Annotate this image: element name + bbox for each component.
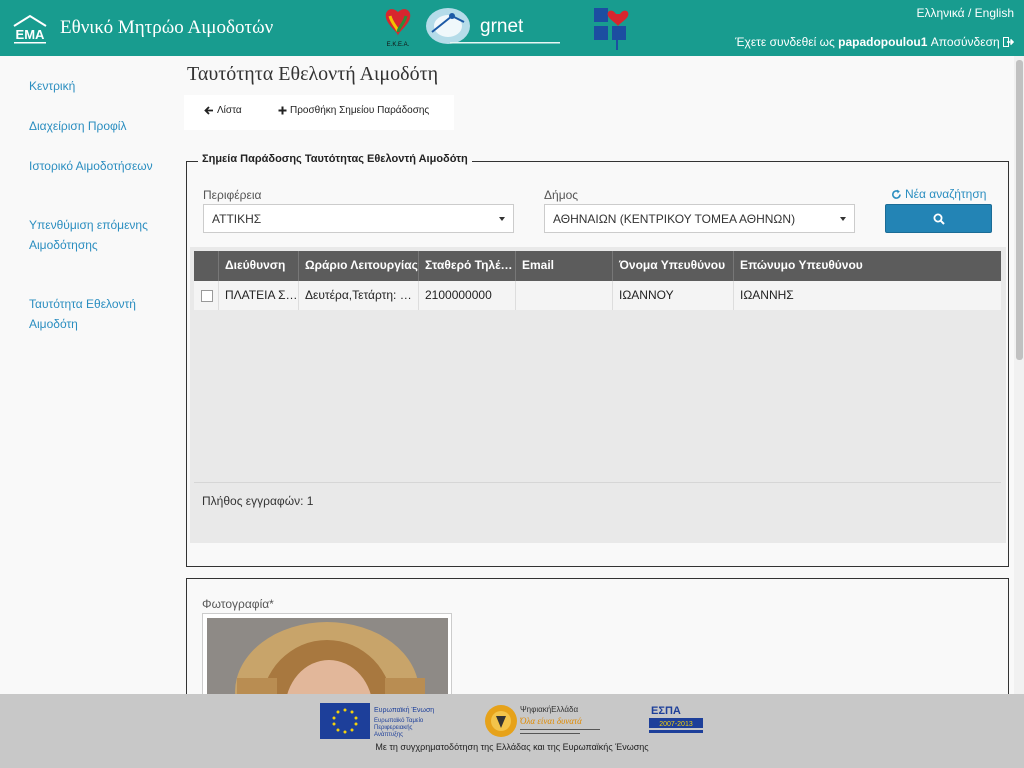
grnet-logo: grnet <box>426 8 560 44</box>
grid-header-last-name[interactable]: Επώνυμο Υπευθύνου <box>734 251 1001 281</box>
cell-phone: 2100000000 <box>419 281 516 310</box>
svg-text:2007-2013: 2007-2013 <box>659 721 693 728</box>
ema-logo[interactable]: ΕΜΑ <box>12 14 48 46</box>
page-title: Ταυτότητα Εθελοντή Αιμοδότη <box>187 63 439 85</box>
row-select-cell <box>194 281 219 310</box>
profile-photo[interactable] <box>207 618 448 704</box>
sidebar: Κεντρική Διαχείριση Προφίλ Ιστορικό Αιμο… <box>0 56 170 696</box>
sidebar-item-profile[interactable]: Διαχείριση Προφίλ <box>29 117 159 137</box>
logout-icon <box>1003 37 1015 47</box>
footer: Ευρωπαϊκή Ένωση Ευρωπαϊκό Ταμείο Περιφερ… <box>0 694 1024 768</box>
user-status: Έχετε συνδεθεί ως papadopoulou1 Αποσύνδε… <box>735 35 1015 49</box>
lang-greek-link[interactable]: Ελληνικά <box>916 6 964 20</box>
portrait-image <box>207 618 448 704</box>
svg-text:Περιφερειακής: Περιφερειακής <box>374 724 413 731</box>
sidebar-item-home[interactable]: Κεντρική <box>29 77 159 97</box>
toolbar: Λίστα Προσθήκη Σημείου Παράδοσης <box>184 95 454 130</box>
page-scrollbar[interactable] <box>1014 56 1024 694</box>
grid-header-hours[interactable]: Ωράριο Λειτουργίας <box>299 251 419 281</box>
cell-email <box>516 281 613 310</box>
municipality-select[interactable]: ΑΘΗΝΑΙΩΝ (ΚΕΝΤΡΙΚΟΥ ΤΟΜΕΑ ΑΘΗΝΩΝ) <box>544 204 855 233</box>
top-header: ΕΜΑ Εθνικό Μητρώο Αιμοδοτών Ε.Κ.Ε.Α. grn… <box>0 0 1024 56</box>
svg-text:ΨηφιακήΕλλάδα: ΨηφιακήΕλλάδα <box>520 705 578 714</box>
digital-greece-logo: ΨηφιακήΕλλάδα Όλα είναι δυνατά <box>485 705 600 737</box>
cell-first-name: ΙΩΑΝΝΟΥ <box>613 281 734 310</box>
svg-text:Ευρωπαϊκό Ταμείο: Ευρωπαϊκό Ταμείο <box>374 717 424 724</box>
grid-footer-divider <box>194 482 1001 483</box>
list-button[interactable]: Λίστα <box>204 105 242 116</box>
refresh-icon <box>892 189 901 199</box>
svg-text:Ε.Κ.Ε.Α.: Ε.Κ.Ε.Α. <box>387 42 410 48</box>
eu-erdf-logo: Ευρωπαϊκή Ένωση Ευρωπαϊκό Ταμείο Περιφερ… <box>320 703 434 739</box>
sidebar-item-donation-history[interactable]: Ιστορικό Αιμοδοτήσεων <box>29 157 159 177</box>
photo-frame <box>202 613 452 704</box>
grid-header-first-name[interactable]: Όνομα Υπευθύνου <box>613 251 734 281</box>
grid-header-address[interactable]: Διεύθυνση <box>219 251 299 281</box>
lang-english-link[interactable]: English <box>975 6 1014 20</box>
add-delivery-point-button[interactable]: Προσθήκη Σημείου Παράδοσης <box>278 105 429 116</box>
sidebar-item-donor-id[interactable]: Ταυτότητα Εθελοντή Αιμοδότη <box>29 295 159 334</box>
svg-text:Ανάπτυξης: Ανάπτυξης <box>374 731 403 738</box>
partner-logos: Ε.Κ.Ε.Α. grnet <box>385 8 629 50</box>
funding-statement: Με τη συγχρηματοδότηση της Ελλάδας και τ… <box>375 742 649 752</box>
language-switcher: Ελληνικά / English <box>916 6 1014 20</box>
region-select[interactable]: ΑΤΤΙΚΗΣ <box>203 204 514 233</box>
svg-text:Ευρωπαϊκή Ένωση: Ευρωπαϊκή Ένωση <box>374 707 434 714</box>
municipality-label: Δήμος <box>544 188 579 202</box>
svg-text:ΕΜΑ: ΕΜΑ <box>16 27 46 42</box>
cell-address: ΠΛΑΤΕΙΑ Σ… <box>219 281 299 310</box>
svg-text:ΕΣΠΑ: ΕΣΠΑ <box>651 705 681 717</box>
new-search-link[interactable]: Νέα αναζήτηση <box>891 187 986 201</box>
caret-down-icon <box>840 217 846 221</box>
table-row[interactable]: ΠΛΑΤΕΙΑ Σ… Δευτέρα,Τετάρτη: … 2100000000… <box>194 281 1001 310</box>
grid-header-phone[interactable]: Σταθερό Τηλέ… <box>419 251 516 281</box>
svg-text:Όλα είναι δυνατά: Όλα είναι δυνατά <box>520 716 582 726</box>
plus-icon <box>278 106 287 115</box>
arrow-left-icon <box>204 106 213 115</box>
caret-down-icon <box>499 217 505 221</box>
photo-label: Φωτογραφία* <box>202 597 274 611</box>
app-title: Εθνικό Μητρώο Αιμοδοτών <box>60 17 274 38</box>
health-logo <box>594 8 629 50</box>
sidebar-item-next-donation-reminder[interactable]: Υπενθύμιση επόμενης Αιμοδότησης <box>29 216 159 255</box>
row-checkbox[interactable] <box>201 290 213 302</box>
cell-hours: Δευτέρα,Τετάρτη: … <box>299 281 419 310</box>
grid-header: Διεύθυνση Ωράριο Λειτουργίας Σταθερό Τηλ… <box>194 251 1001 281</box>
record-count: Πλήθος εγγραφών: 1 <box>202 494 314 508</box>
search-icon <box>933 213 945 225</box>
scrollbar-thumb[interactable] <box>1016 60 1023 360</box>
cell-last-name: ΙΩΑΝΝΗΣ <box>740 288 794 302</box>
delivery-points-legend: Σημεία Παράδοσης Ταυτότητας Εθελοντή Αιμ… <box>198 153 472 165</box>
search-button[interactable] <box>885 204 992 233</box>
svg-text:grnet: grnet <box>480 16 524 37</box>
username: papadopoulou1 <box>838 35 928 49</box>
logout-link[interactable]: Αποσύνδεση <box>931 35 1015 49</box>
ekea-logo: Ε.Κ.Ε.Α. <box>385 9 411 48</box>
grid-header-select <box>194 251 219 281</box>
region-label: Περιφέρεια <box>203 188 262 202</box>
grid-header-email[interactable]: Email <box>516 251 613 281</box>
espa-logo: ΕΣΠΑ 2007-2013 <box>649 705 703 733</box>
